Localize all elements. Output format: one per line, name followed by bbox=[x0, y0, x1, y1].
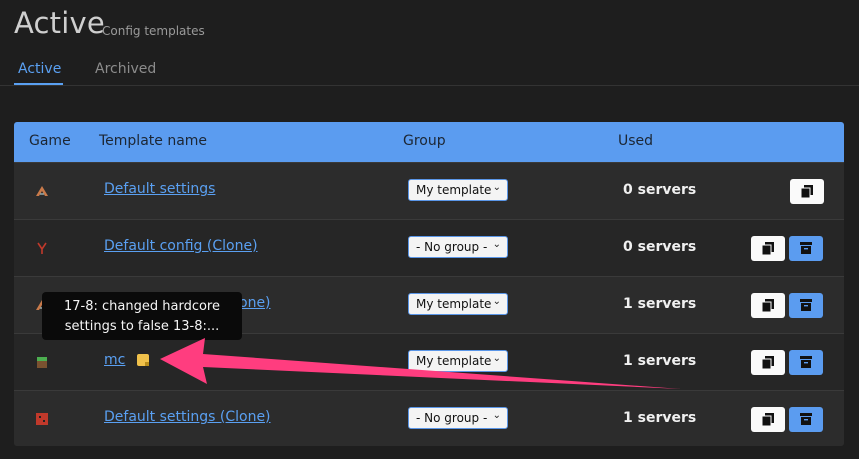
annotation-arrow bbox=[160, 338, 681, 389]
